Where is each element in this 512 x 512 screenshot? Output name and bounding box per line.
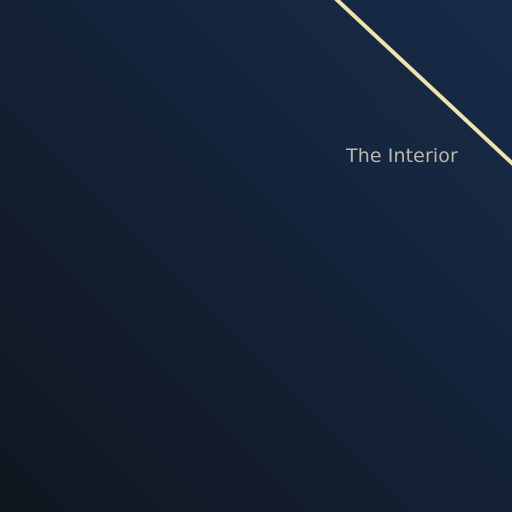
section-label: The Interior (346, 145, 458, 167)
accent-line-stroke (334, 0, 512, 166)
cover-canvas: The Interior (0, 0, 512, 512)
diagonal-accent-line (334, 0, 512, 166)
